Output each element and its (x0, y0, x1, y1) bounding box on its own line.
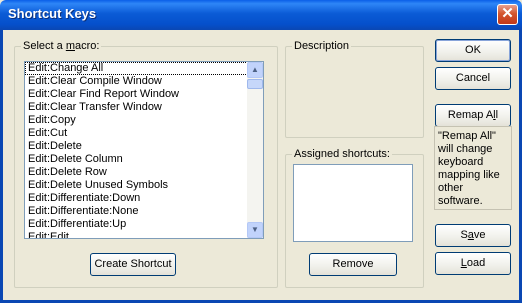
list-item[interactable]: Edit:Delete (25, 140, 248, 153)
list-item[interactable]: Edit:Clear Find Report Window (25, 88, 248, 101)
remove-button[interactable]: Remove (309, 253, 397, 276)
save-button[interactable]: Save (435, 224, 511, 247)
scroll-down-button[interactable]: ▼ (247, 222, 263, 238)
list-item[interactable]: Edit:Change All (25, 62, 248, 75)
assigned-shortcuts-list[interactable] (293, 164, 413, 242)
load-button[interactable]: Load (435, 252, 511, 275)
scroll-up-button[interactable]: ▲ (247, 62, 263, 78)
macro-list[interactable]: Edit:Change All Edit:Clear Compile Window… (24, 61, 264, 239)
list-item[interactable]: Edit:Edit (25, 231, 248, 238)
arrow-down-icon: ▼ (251, 225, 259, 234)
list-item[interactable]: Edit:Differentiate:Up (25, 218, 248, 231)
macro-list-items: Edit:Change All Edit:Clear Compile Window… (25, 62, 263, 238)
scrollbar[interactable]: ▲ ▼ (247, 62, 263, 238)
list-item[interactable]: Edit:Delete Unused Symbols (25, 179, 248, 192)
list-item[interactable]: Edit:Delete Row (25, 166, 248, 179)
list-item[interactable]: Edit:Delete Column (25, 153, 248, 166)
ok-button[interactable]: OK (435, 39, 511, 62)
arrow-up-icon: ▲ (251, 65, 259, 74)
list-item[interactable]: Edit:Copy (25, 114, 248, 127)
remap-help-text: "Remap All" will change keyboard mapping… (434, 126, 512, 210)
description-group: Description (285, 40, 424, 138)
close-button[interactable]: ✕ (497, 4, 518, 25)
close-icon: ✕ (501, 5, 514, 22)
assigned-shortcuts-label: Assigned shortcuts: (292, 148, 392, 160)
list-item[interactable]: Edit:Differentiate:None (25, 205, 248, 218)
list-item[interactable]: Edit:Clear Compile Window (25, 75, 248, 88)
cancel-button[interactable]: Cancel (435, 67, 511, 90)
macro-group-label: Select a macro: (21, 40, 102, 52)
title-bar: Shortcut Keys ✕ (0, 0, 522, 30)
create-shortcut-button[interactable]: Create Shortcut (90, 253, 176, 276)
description-label: Description (292, 40, 352, 52)
list-item[interactable]: Edit:Cut (25, 127, 248, 140)
remap-all-button[interactable]: Remap All (435, 104, 511, 127)
list-item[interactable]: Edit:Differentiate:Down (25, 192, 248, 205)
scroll-thumb[interactable] (247, 79, 263, 89)
list-item[interactable]: Edit:Clear Transfer Window (25, 101, 248, 114)
window-title: Shortcut Keys (8, 6, 97, 21)
